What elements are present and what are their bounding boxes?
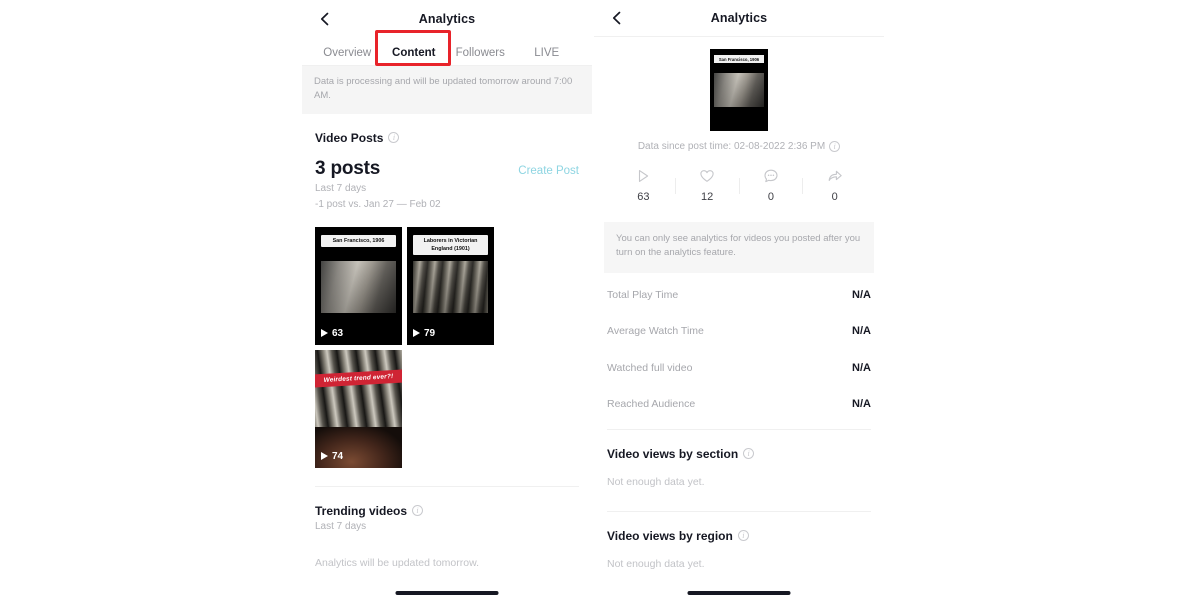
views-by-section-header: Video views by section i [607, 430, 871, 461]
page-title: Analytics [418, 11, 476, 26]
play-icon [413, 329, 420, 338]
info-circle-icon[interactable]: i [412, 505, 424, 517]
posts-summary-row: 3 posts Create Post [315, 158, 579, 180]
video-thumbnail-image [321, 260, 396, 313]
trending-empty-text: Analytics will be updated tomorrow. [315, 557, 479, 570]
info-circle-icon[interactable]: i [829, 141, 841, 152]
trending-videos-section: Trending videos i Last 7 days Analytics … [302, 487, 592, 570]
data-since-text: Data since post time: 02-08-2022 2:36 PM [637, 141, 826, 152]
heart-icon [699, 168, 715, 184]
engagement-stats-row: 63 12 0 0 [594, 168, 884, 203]
views-by-region-empty: Not enough data yet. [607, 557, 705, 570]
stat-value: 0 [831, 191, 838, 203]
share-icon [827, 168, 843, 184]
metric-row: Average Watch Time N/A [607, 313, 871, 350]
views-by-section-block: Video views by section i Not enough data… [594, 430, 884, 488]
video-analytics-panel: Analytics San Francisco, 1906 Data since… [594, 0, 884, 604]
play-icon [321, 329, 328, 338]
screenshot-stage: Analytics Overview Content Followers LIV… [0, 0, 1200, 604]
tab-followers[interactable]: Followers [447, 47, 514, 65]
trending-videos-title: Trending videos [315, 503, 408, 518]
data-processing-banner: Data is processing and will be updated t… [302, 66, 592, 114]
video-play-count: 74 [321, 451, 343, 462]
stat-likes: 12 [676, 168, 739, 203]
stat-value: 12 [701, 191, 714, 203]
tab-content[interactable]: Content [381, 47, 448, 65]
video-card[interactable]: San Francisco, 1906 63 [315, 226, 402, 345]
metric-label: Total Play Time [607, 288, 679, 301]
home-indicator [687, 591, 791, 595]
video-caption: Laborers in Victorian England (1901) [413, 234, 488, 255]
video-play-count: 79 [413, 328, 435, 339]
comment-icon [763, 168, 779, 184]
metric-row: Reached Audience N/A [607, 386, 871, 423]
metric-label: Average Watch Time [607, 325, 704, 338]
metrics-list: Total Play Time N/A Average Watch Time N… [594, 277, 884, 423]
metric-value: N/A [852, 398, 871, 411]
video-posts-section: Video Posts i 3 posts Create Post Last 7… [302, 114, 592, 468]
video-thumbnail-image [714, 73, 764, 107]
posts-count: 3 posts [315, 157, 381, 179]
home-indicator [395, 591, 499, 595]
info-circle-icon[interactable]: i [388, 132, 400, 144]
views-by-section-title: Video views by section [607, 446, 739, 461]
metric-value: N/A [852, 288, 871, 301]
stat-value: 0 [767, 191, 774, 203]
data-since-row: Data since post time: 02-08-2022 2:36 PM… [594, 141, 884, 152]
stat-plays: 63 [612, 168, 675, 203]
back-button[interactable] [316, 10, 334, 28]
stat-shares: 0 [803, 168, 866, 203]
create-post-link[interactable]: Create Post [518, 165, 579, 177]
chevron-left-icon [320, 12, 329, 25]
info-circle-icon[interactable]: i [743, 448, 755, 459]
video-thumbnail[interactable]: San Francisco, 1906 [710, 49, 768, 131]
views-by-region-block: Video views by region i Not enough data … [594, 512, 884, 570]
metric-value: N/A [852, 325, 871, 338]
right-navbar: Analytics [594, 0, 884, 37]
metric-value: N/A [852, 361, 871, 374]
play-icon [321, 452, 328, 461]
tab-live[interactable]: LIVE [514, 47, 581, 65]
page-title: Analytics [710, 11, 768, 25]
video-caption: San Francisco, 1906 [714, 55, 764, 63]
play-count-value: 74 [332, 450, 344, 462]
stat-comments: 0 [740, 168, 803, 203]
play-count-value: 79 [424, 327, 436, 339]
play-count-value: 63 [332, 327, 344, 339]
analytics-content-panel: Analytics Overview Content Followers LIV… [302, 0, 592, 604]
video-grid: San Francisco, 1906 63 Laborers in Victo… [315, 226, 579, 468]
metric-row: Watched full video N/A [607, 350, 871, 387]
metric-row: Total Play Time N/A [607, 277, 871, 314]
video-card[interactable]: Laborers in Victorian England (1901) 79 [407, 226, 494, 345]
stat-value: 63 [637, 191, 650, 203]
video-caption: San Francisco, 1906 [321, 234, 396, 247]
posts-comparison: -1 post vs. Jan 27 — Feb 02 [315, 199, 441, 211]
info-circle-icon[interactable]: i [737, 530, 749, 541]
views-by-section-empty: Not enough data yet. [607, 475, 705, 488]
play-icon [635, 168, 651, 184]
posts-range: Last 7 days [315, 182, 367, 194]
metric-label: Reached Audience [607, 398, 696, 411]
back-button[interactable] [608, 9, 626, 27]
analytics-tabs: Overview Content Followers LIVE [302, 30, 592, 66]
video-thumbnail-wrap: San Francisco, 1906 [594, 49, 884, 131]
tab-overview[interactable]: Overview [314, 47, 381, 65]
chevron-left-icon [612, 11, 621, 25]
analytics-notice: You can only see analytics for videos yo… [604, 222, 874, 273]
video-posts-title: Video Posts [315, 130, 384, 145]
trending-videos-header: Trending videos i [315, 487, 579, 518]
views-by-region-header: Video views by region i [607, 512, 871, 543]
metric-label: Watched full video [607, 361, 693, 374]
video-thumbnail-image [413, 260, 488, 313]
left-navbar: Analytics [302, 0, 592, 37]
video-posts-header: Video Posts i [315, 114, 579, 145]
video-play-count: 63 [321, 328, 343, 339]
views-by-region-title: Video views by region [607, 528, 733, 543]
trending-range: Last 7 days [315, 520, 367, 532]
video-card[interactable]: Weirdest trend ever?! 74 [315, 349, 402, 468]
